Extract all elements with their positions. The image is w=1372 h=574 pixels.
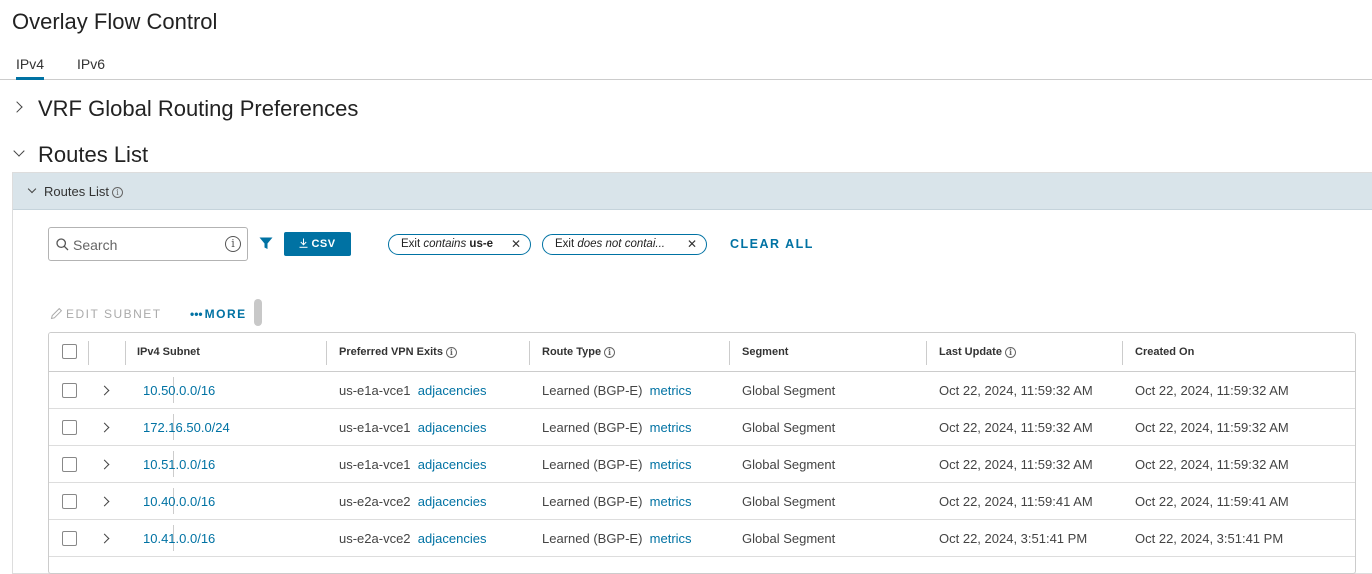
column-header-vpn-exits[interactable]: Preferred VPN Exits i [339, 346, 457, 358]
route-type: Learned (BGP-E) metrics [542, 420, 692, 435]
info-icon[interactable]: i [112, 187, 124, 199]
info-icon[interactable]: i [604, 346, 616, 358]
subnet-link[interactable]: 10.41.0.0/16 [143, 531, 215, 546]
row-checkbox[interactable] [62, 383, 77, 398]
adjacencies-link[interactable]: adjacencies [418, 531, 487, 546]
column-header-subnet[interactable]: IPv4 Subnet [137, 346, 200, 358]
vpn-exit: us-e1a-vce1 adjacencies [339, 383, 487, 398]
created-on-cell: Oct 22, 2024, 11:59:41 AM [1135, 494, 1289, 509]
created-on-cell: Oct 22, 2024, 11:59:32 AM [1135, 457, 1289, 472]
metrics-link[interactable]: metrics [650, 494, 692, 509]
column-header-created-on[interactable]: Created On [1135, 346, 1194, 358]
adjacencies-link[interactable]: adjacencies [418, 494, 487, 509]
more-actions-button[interactable]: ••• MORE [190, 307, 247, 321]
routes-section-title: Routes List [38, 142, 149, 167]
chevron-right-icon [11, 101, 23, 113]
filter-icon[interactable] [259, 237, 273, 250]
column-header-route-type[interactable]: Route Type i [542, 346, 616, 358]
last-update-cell: Oct 22, 2024, 11:59:32 AM [939, 420, 1093, 435]
search-input[interactable] [73, 235, 223, 255]
download-icon [299, 238, 308, 248]
info-icon[interactable]: i [1004, 346, 1016, 358]
scrollbar-handle[interactable] [254, 299, 262, 326]
table-row[interactable]: 10.50.0.0/16 us-e1a-vce1 adjacencies Learn… [49, 372, 1355, 409]
metrics-link[interactable]: metrics [650, 420, 692, 435]
vpn-exit: us-e2a-vce2 adjacencies [339, 531, 487, 546]
page-title: Overlay Flow Control [12, 9, 218, 34]
row-checkbox[interactable] [62, 420, 77, 435]
row-checkbox[interactable] [62, 494, 77, 509]
panel-title: Routes List i [44, 184, 124, 199]
route-type: Learned (BGP-E) metrics [542, 531, 692, 546]
csv-export-button[interactable]: CSV [284, 232, 351, 256]
segment-cell: Global Segment [742, 420, 836, 435]
tab-ipv4[interactable]: IPv4 [16, 56, 45, 80]
chevron-right-icon[interactable] [99, 496, 110, 507]
close-icon[interactable]: ✕ [511, 235, 521, 254]
row-checkbox[interactable] [62, 457, 77, 472]
chevron-right-icon[interactable] [99, 533, 110, 544]
search-icon [56, 238, 69, 251]
panel-header[interactable]: Routes List i [13, 173, 1372, 210]
route-type: Learned (BGP-E) metrics [542, 494, 692, 509]
chevron-down-icon [13, 145, 25, 157]
search-box: i [48, 227, 248, 261]
vpn-exit: us-e2a-vce2 adjacencies [339, 494, 487, 509]
subnet-link[interactable]: 10.51.0.0/16 [143, 457, 215, 472]
vpn-exit: us-e1a-vce1 adjacencies [339, 420, 487, 435]
pencil-icon [50, 307, 63, 320]
created-on-cell: Oct 22, 2024, 3:51:41 PM [1135, 531, 1284, 546]
close-icon[interactable]: ✕ [687, 235, 697, 254]
last-update-cell: Oct 22, 2024, 3:51:41 PM [939, 531, 1088, 546]
table-row[interactable]: 172.16.50.0/24 us-e1a-vce1 adjacencies Lea… [49, 409, 1355, 446]
routes-table: IPv4 Subnet Preferred VPN Exits i Route T… [48, 332, 1356, 574]
subnet-link[interactable]: 172.16.50.0/24 [143, 420, 230, 435]
vrf-section-title: VRF Global Routing Preferences [38, 96, 359, 121]
route-type: Learned (BGP-E) metrics [542, 383, 692, 398]
chevron-right-icon[interactable] [99, 422, 110, 433]
subnet-link[interactable]: 10.50.0.0/16 [143, 383, 215, 398]
table-row[interactable]: 10.51.0.0/16 us-e1a-vce1 adjacencies Learn… [49, 446, 1355, 483]
created-on-cell: Oct 22, 2024, 11:59:32 AM [1135, 420, 1289, 435]
table-row[interactable]: 10.41.0.0/16 us-e2a-vce2 adjacencies Learn… [49, 520, 1355, 557]
subnet-link[interactable]: 10.40.0.0/16 [143, 494, 215, 509]
adjacencies-link[interactable]: adjacencies [418, 383, 487, 398]
metrics-link[interactable]: metrics [650, 457, 692, 472]
vpn-exit: us-e1a-vce1 adjacencies [339, 457, 487, 472]
filter-chip-exit-not-contains[interactable]: Exit does not contai... ✕ [542, 234, 707, 255]
segment-cell: Global Segment [742, 383, 836, 398]
select-all-checkbox[interactable] [62, 344, 77, 359]
chevron-down-icon [27, 184, 37, 194]
chevron-right-icon[interactable] [99, 385, 110, 396]
row-checkbox[interactable] [62, 531, 77, 546]
column-header-segment[interactable]: Segment [742, 346, 788, 358]
route-type: Learned (BGP-E) metrics [542, 457, 692, 472]
ellipsis-icon: ••• [190, 307, 203, 321]
metrics-link[interactable]: metrics [650, 531, 692, 546]
segment-cell: Global Segment [742, 531, 836, 546]
adjacencies-link[interactable]: adjacencies [418, 420, 487, 435]
segment-cell: Global Segment [742, 494, 836, 509]
last-update-cell: Oct 22, 2024, 11:59:32 AM [939, 383, 1093, 398]
created-on-cell: Oct 22, 2024, 11:59:32 AM [1135, 383, 1289, 398]
column-header-last-update[interactable]: Last Update i [939, 346, 1016, 358]
adjacencies-link[interactable]: adjacencies [418, 457, 487, 472]
metrics-link[interactable]: metrics [650, 383, 692, 398]
filter-chip-exit-contains[interactable]: Exit contains us-e ✕ [388, 234, 531, 255]
clear-all-button[interactable]: CLEAR ALL [730, 237, 814, 251]
table-row[interactable]: 10.40.0.0/16 us-e2a-vce2 adjacencies Learn… [49, 483, 1355, 520]
chevron-right-icon[interactable] [99, 459, 110, 470]
table-header: IPv4 Subnet Preferred VPN Exits i Route T… [49, 333, 1355, 372]
last-update-cell: Oct 22, 2024, 11:59:32 AM [939, 457, 1093, 472]
tab-ipv6[interactable]: IPv6 [77, 56, 105, 72]
segment-cell: Global Segment [742, 457, 836, 472]
last-update-cell: Oct 22, 2024, 11:59:41 AM [939, 494, 1093, 509]
info-icon[interactable]: i [225, 236, 241, 252]
tab-bar: IPv4 IPv6 [0, 52, 1372, 80]
edit-subnet-button[interactable]: EDIT SUBNET [50, 307, 162, 321]
info-icon[interactable]: i [445, 346, 457, 358]
